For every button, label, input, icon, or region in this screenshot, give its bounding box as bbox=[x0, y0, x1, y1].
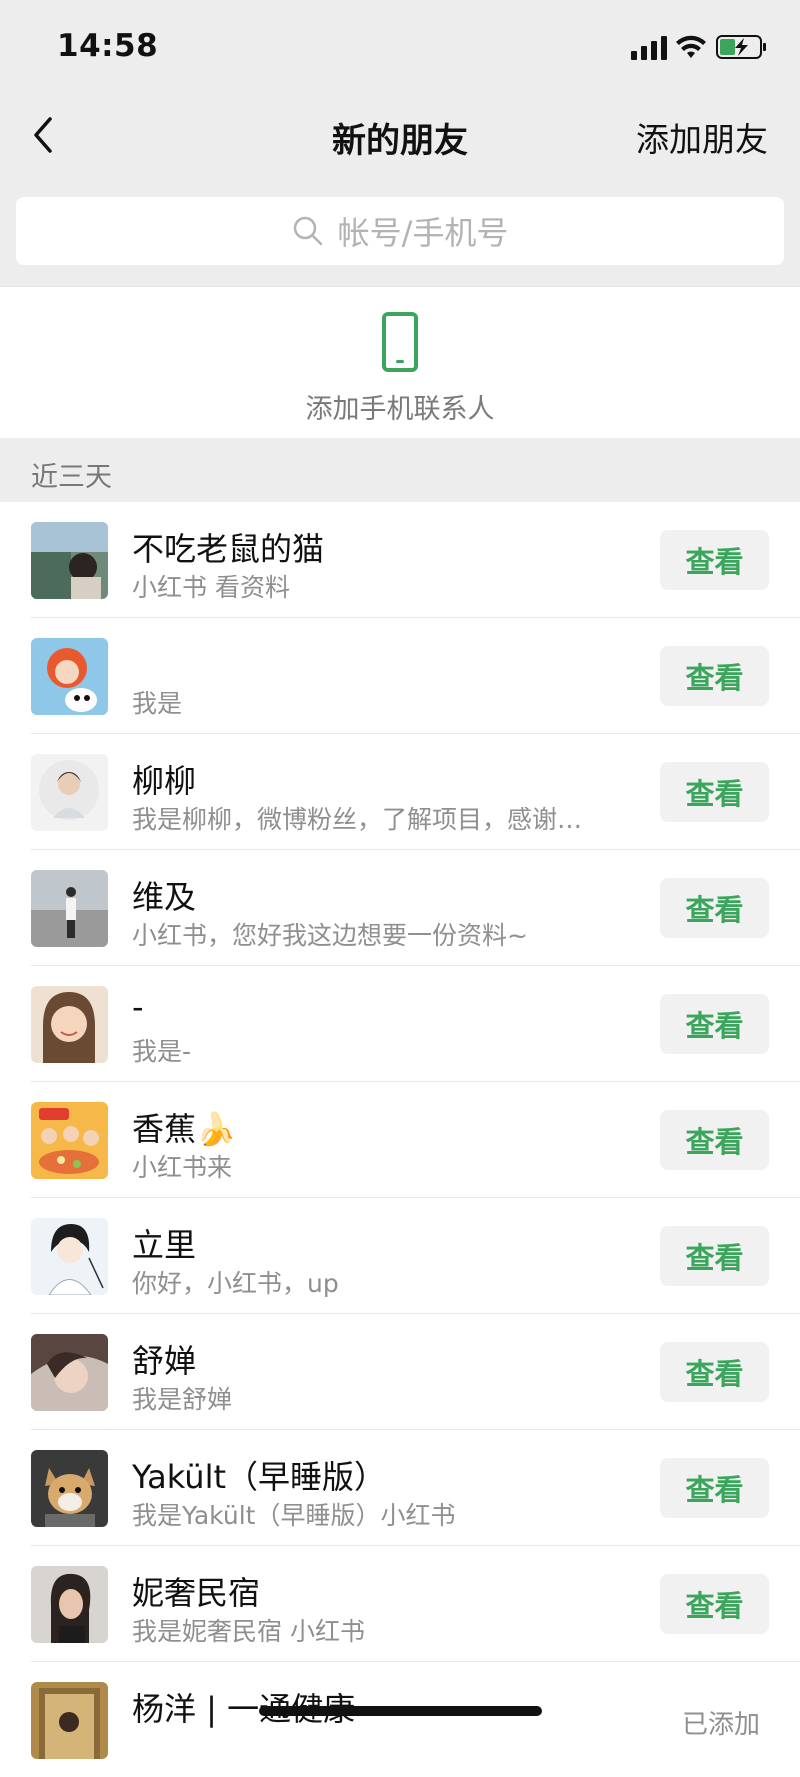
request-name: 香蕉🍌 bbox=[132, 1110, 236, 1148]
request-name: - bbox=[132, 988, 144, 1026]
view-button[interactable]: 查看 bbox=[660, 1110, 769, 1170]
view-button[interactable]: 查看 bbox=[660, 762, 769, 822]
avatar bbox=[31, 986, 108, 1063]
list-item[interactable]: 杨洋 | 一通健康 已添加 bbox=[31, 1662, 800, 1777]
request-message: 我是Yakült（早睡版）小红书 bbox=[132, 1501, 456, 1530]
list-item[interactable]: 不吃老鼠的猫 小红书 看资料 查看 bbox=[31, 502, 800, 618]
request-name: Yakült（早睡版） bbox=[132, 1458, 387, 1496]
list-item[interactable]: 妮奢民宿 我是妮奢民宿 小红书 查看 bbox=[31, 1546, 800, 1662]
added-status: 已添加 bbox=[681, 1710, 760, 1740]
list-item[interactable]: 柳柳 我是柳柳，微博粉丝，了解项目，感谢… 查看 bbox=[31, 734, 800, 850]
search-input[interactable]: 帐号/手机号 bbox=[16, 197, 784, 265]
request-message: 小红书来 bbox=[132, 1153, 233, 1182]
request-name: 妮奢民宿 bbox=[132, 1574, 261, 1612]
avatar bbox=[31, 522, 108, 599]
request-message: 我是- bbox=[132, 1037, 192, 1066]
navigation-bar: 新的朋友 添加朋友 bbox=[0, 95, 800, 177]
list-item[interactable]: 舒婵 我是舒婵 查看 bbox=[31, 1314, 800, 1430]
signal-icon bbox=[631, 36, 667, 60]
avatar bbox=[31, 638, 108, 715]
request-message: 我是妮奢民宿 小红书 bbox=[132, 1617, 365, 1646]
request-message: 我是舒婵 bbox=[132, 1385, 233, 1414]
view-button[interactable]: 查看 bbox=[660, 530, 769, 590]
avatar bbox=[31, 1450, 108, 1527]
avatar bbox=[31, 870, 108, 947]
add-phone-contacts-label: 添加手机联系人 bbox=[305, 394, 495, 425]
section-label: 近三天 bbox=[31, 462, 112, 493]
list-item[interactable]: 维及 小红书，您好我这边想要一份资料~ 查看 bbox=[31, 850, 800, 966]
avatar bbox=[31, 1102, 108, 1179]
avatar bbox=[31, 1682, 108, 1759]
add-friend-button[interactable]: 添加朋友 bbox=[636, 113, 768, 161]
status-time: 14:58 bbox=[57, 28, 159, 64]
list-item[interactable]: 香蕉🍌 小红书来 查看 bbox=[31, 1082, 800, 1198]
top-area: 14:58 新的朋友 添加朋友 帐号/手机号 bbox=[0, 0, 800, 286]
view-button[interactable]: 查看 bbox=[660, 646, 769, 706]
list-item[interactable]: Yakült（早睡版） 我是Yakült（早睡版）小红书 查看 bbox=[31, 1430, 800, 1546]
add-phone-contacts[interactable]: 添加手机联系人 bbox=[0, 286, 800, 439]
view-button[interactable]: 查看 bbox=[660, 1226, 769, 1286]
avatar bbox=[31, 1334, 108, 1411]
request-name: 不吃老鼠的猫 bbox=[132, 530, 325, 568]
request-message: 小红书 看资料 bbox=[132, 573, 290, 602]
request-message: 我是柳柳，微博粉丝，了解项目，感谢… bbox=[132, 805, 583, 834]
battery-icon bbox=[716, 35, 766, 59]
avatar bbox=[31, 1218, 108, 1295]
request-message: 你好，小红书，up bbox=[132, 1269, 339, 1298]
search-icon bbox=[293, 216, 322, 246]
list-item[interactable]: - 我是- 查看 bbox=[31, 966, 800, 1082]
view-button[interactable]: 查看 bbox=[660, 1574, 769, 1634]
friend-request-list: 不吃老鼠的猫 小红书 看资料 查看 我是 查看 柳柳 我是柳柳，微博粉丝，了解项… bbox=[0, 502, 800, 1777]
request-message: 小红书，您好我这边想要一份资料~ bbox=[132, 921, 528, 950]
view-button[interactable]: 查看 bbox=[660, 878, 769, 938]
request-name: 舒婵 bbox=[132, 1342, 197, 1380]
mobile-phone-icon bbox=[382, 312, 418, 372]
view-button[interactable]: 查看 bbox=[660, 994, 769, 1054]
status-bar: 14:58 bbox=[0, 0, 800, 95]
request-name: 柳柳 bbox=[132, 762, 197, 800]
wifi-icon bbox=[676, 35, 706, 58]
view-button[interactable]: 查看 bbox=[660, 1342, 769, 1402]
list-item[interactable]: 我是 查看 bbox=[31, 618, 800, 734]
avatar bbox=[31, 754, 108, 831]
view-button[interactable]: 查看 bbox=[660, 1458, 769, 1518]
home-indicator[interactable] bbox=[259, 1706, 542, 1716]
request-message: 我是 bbox=[132, 689, 183, 718]
avatar bbox=[31, 1566, 108, 1643]
search-placeholder: 帐号/手机号 bbox=[337, 214, 509, 252]
list-item[interactable]: 立里 你好，小红书，up 查看 bbox=[31, 1198, 800, 1314]
request-name: 维及 bbox=[132, 878, 197, 916]
request-name: 立里 bbox=[132, 1226, 197, 1264]
section-header: 近三天 bbox=[0, 438, 800, 502]
